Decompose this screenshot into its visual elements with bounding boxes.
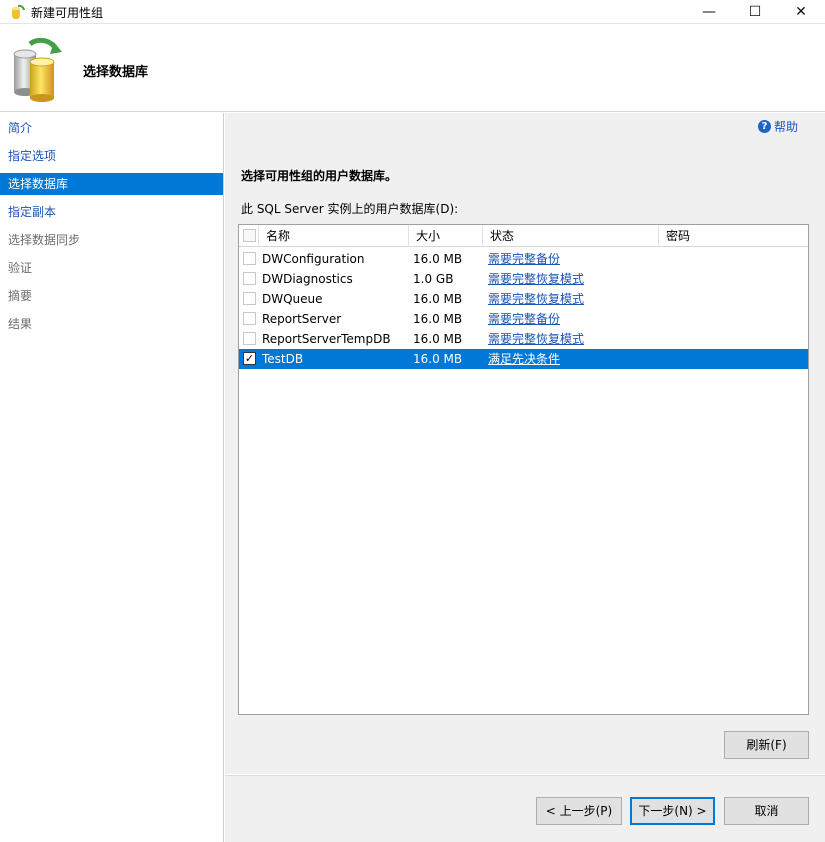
db-size: 16.0 MB (413, 312, 463, 326)
sidebar-item-results: 结果 (8, 317, 33, 331)
sidebar-item-data-sync: 选择数据同步 (8, 233, 81, 247)
table-row[interactable]: DWConfiguration 16.0 MB 需要完整备份 (239, 249, 808, 269)
cancel-button[interactable]: 取消 (724, 797, 809, 825)
db-status-link[interactable]: 需要完整恢复模式 (488, 289, 584, 309)
row-checkbox[interactable] (243, 252, 256, 265)
db-size: 16.0 MB (413, 352, 463, 366)
table-row-selected[interactable]: ✓ TestDB 16.0 MB 满足先决条件 (239, 349, 808, 369)
db-name: DWConfiguration (262, 252, 365, 266)
table-row[interactable]: DWQueue 16.0 MB 需要完整恢复模式 (239, 289, 808, 309)
page-title: 选择数据库 (83, 65, 149, 80)
db-name: ReportServer (262, 312, 342, 326)
sidebar-item-specify-replicas[interactable]: 指定副本 (0, 201, 223, 223)
db-status-link[interactable]: 需要完整备份 (488, 249, 560, 269)
db-name: DWDiagnostics (262, 272, 353, 286)
wizard-steps-sidebar: 简介 指定选项 选择数据库 指定副本 选择数据同步 验证 摘要 结果 (0, 113, 224, 842)
back-button[interactable]: < 上一步(P) (536, 797, 622, 825)
sidebar-item-intro[interactable]: 简介 (0, 117, 223, 139)
db-size: 16.0 MB (413, 252, 463, 266)
select-all-checkbox[interactable] (243, 229, 256, 242)
refresh-button[interactable]: 刷新(F) (724, 731, 809, 759)
db-size: 16.0 MB (413, 332, 463, 346)
wizard-header: 选择数据库 (0, 24, 825, 112)
table-row[interactable]: DWDiagnostics 1.0 GB 需要完整恢复模式 (239, 269, 808, 289)
db-size: 1.0 GB (413, 272, 454, 286)
column-header-password[interactable]: 密码 (659, 225, 808, 247)
title-bar: 新建可用性组 — ☐ ✕ (0, 0, 825, 24)
db-name: ReportServerTempDB (262, 332, 391, 346)
maximize-button[interactable]: ☐ (732, 0, 778, 24)
instruction-text: 选择可用性组的用户数据库。 (241, 169, 398, 183)
db-size: 16.0 MB (413, 292, 463, 306)
help-icon: ? (758, 120, 771, 133)
column-header-name[interactable]: 名称 (259, 225, 409, 247)
close-button[interactable]: ✕ (778, 0, 824, 24)
db-status-link[interactable]: 满足先决条件 (488, 349, 560, 369)
row-checkbox[interactable] (243, 312, 256, 325)
row-checkbox-checked[interactable]: ✓ (243, 352, 256, 365)
db-status-link[interactable]: 需要完整恢复模式 (488, 329, 584, 349)
sidebar-item-summary: 摘要 (8, 289, 33, 303)
sidebar-item-validation: 验证 (8, 261, 33, 275)
db-name: DWQueue (262, 292, 323, 306)
row-checkbox[interactable] (243, 332, 256, 345)
database-sync-icon (13, 37, 62, 102)
sidebar-item-specify-options[interactable]: 指定选项 (0, 145, 223, 167)
help-label: 帮助 (774, 120, 799, 134)
next-button[interactable]: 下一步(N) > (630, 797, 715, 825)
database-list-label: 此 SQL Server 实例上的用户数据库(D): (241, 202, 459, 216)
table-row[interactable]: ReportServer 16.0 MB 需要完整备份 (239, 309, 808, 329)
row-checkbox[interactable] (243, 272, 256, 285)
column-header-status[interactable]: 状态 (483, 225, 659, 247)
help-link[interactable]: ? 帮助 (758, 118, 798, 135)
table-row[interactable]: ReportServerTempDB 16.0 MB 需要完整恢复模式 (239, 329, 808, 349)
row-checkbox[interactable] (243, 292, 256, 305)
column-header-size[interactable]: 大小 (409, 225, 483, 247)
window-title: 新建可用性组 (31, 6, 104, 20)
database-grid[interactable]: 名称 大小 状态 密码 DWConfiguration 16.0 MB 需要完整… (238, 224, 809, 715)
minimize-button[interactable]: — (686, 0, 732, 24)
db-name: TestDB (262, 352, 304, 366)
availability-group-icon (12, 4, 25, 19)
db-status-link[interactable]: 需要完整恢复模式 (488, 269, 584, 289)
sidebar-item-select-databases[interactable]: 选择数据库 (0, 173, 223, 195)
db-status-link[interactable]: 需要完整备份 (488, 309, 560, 329)
grid-header: 名称 大小 状态 密码 (239, 225, 808, 247)
main-panel: ? 帮助 选择可用性组的用户数据库。 此 SQL Server 实例上的用户数据… (225, 113, 825, 774)
header-checkbox-cell (239, 225, 259, 247)
